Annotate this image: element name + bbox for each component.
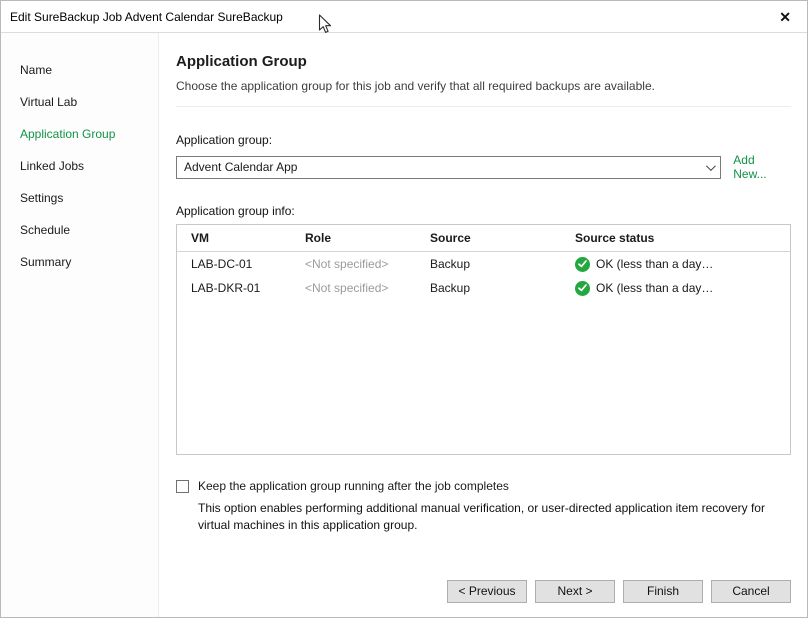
status-ok-icon [575, 257, 590, 272]
vm-source: Backup [416, 281, 561, 295]
column-header-source-status: Source status [561, 231, 790, 245]
sidebar-item-name[interactable]: Name [1, 54, 158, 86]
vm-source-status: OK (less than a day… [561, 281, 790, 296]
sidebar-item-settings[interactable]: Settings [1, 182, 158, 214]
wizard-step-content: Application Group Choose the application… [159, 33, 808, 618]
application-group-info-label: Application group info: [176, 204, 791, 218]
finish-button[interactable]: Finish [623, 580, 703, 603]
add-new-link[interactable]: Add New... [733, 153, 791, 181]
surebackup-wizard-dialog: Edit SureBackup Job Advent Calendar Sure… [0, 0, 808, 618]
column-header-role: Role [291, 231, 416, 245]
window-title: Edit SureBackup Job Advent Calendar Sure… [10, 10, 775, 24]
application-group-label: Application group: [176, 133, 791, 147]
table-row[interactable]: LAB-DC-01 <Not specified> Backup OK (les… [177, 252, 790, 276]
table-row[interactable]: LAB-DKR-01 <Not specified> Backup OK (le… [177, 276, 790, 300]
vm-role: <Not specified> [291, 281, 416, 295]
sidebar-item-summary[interactable]: Summary [1, 246, 158, 278]
titlebar: Edit SureBackup Job Advent Calendar Sure… [1, 1, 807, 33]
header-divider [176, 106, 791, 107]
next-button[interactable]: Next > [535, 580, 615, 603]
application-group-info-table: VM Role Source Source status LAB-DC-01 <… [176, 224, 791, 455]
status-text: OK (less than a day… [596, 281, 713, 295]
vm-source: Backup [416, 257, 561, 271]
keep-running-checkbox-label[interactable]: Keep the application group running after… [198, 479, 509, 493]
application-group-selected-value: Advent Calendar App [184, 160, 698, 174]
vm-name: LAB-DKR-01 [177, 281, 291, 295]
wizard-steps-sidebar: Name Virtual Lab Application Group Linke… [1, 33, 159, 618]
column-header-vm: VM [177, 231, 291, 245]
page-subtitle: Choose the application group for this jo… [176, 79, 791, 93]
close-icon[interactable]: ✕ [775, 8, 795, 26]
sidebar-item-virtual-lab[interactable]: Virtual Lab [1, 86, 158, 118]
page-title: Application Group [176, 53, 791, 70]
sidebar-item-schedule[interactable]: Schedule [1, 214, 158, 246]
status-text: OK (less than a day… [596, 257, 713, 271]
keep-running-description: This option enables performing additiona… [198, 500, 790, 534]
keep-running-checkbox[interactable] [176, 480, 189, 493]
wizard-footer: < Previous Next > Finish Cancel [447, 580, 791, 603]
chevron-down-icon [698, 157, 720, 178]
cancel-button[interactable]: Cancel [711, 580, 791, 603]
sidebar-item-linked-jobs[interactable]: Linked Jobs [1, 150, 158, 182]
status-ok-icon [575, 281, 590, 296]
vm-role: <Not specified> [291, 257, 416, 271]
vm-source-status: OK (less than a day… [561, 257, 790, 272]
table-header-row: VM Role Source Source status [177, 225, 790, 252]
previous-button[interactable]: < Previous [447, 580, 527, 603]
sidebar-item-application-group[interactable]: Application Group [1, 118, 158, 150]
column-header-source: Source [416, 231, 561, 245]
application-group-select[interactable]: Advent Calendar App [176, 156, 721, 179]
vm-name: LAB-DC-01 [177, 257, 291, 271]
